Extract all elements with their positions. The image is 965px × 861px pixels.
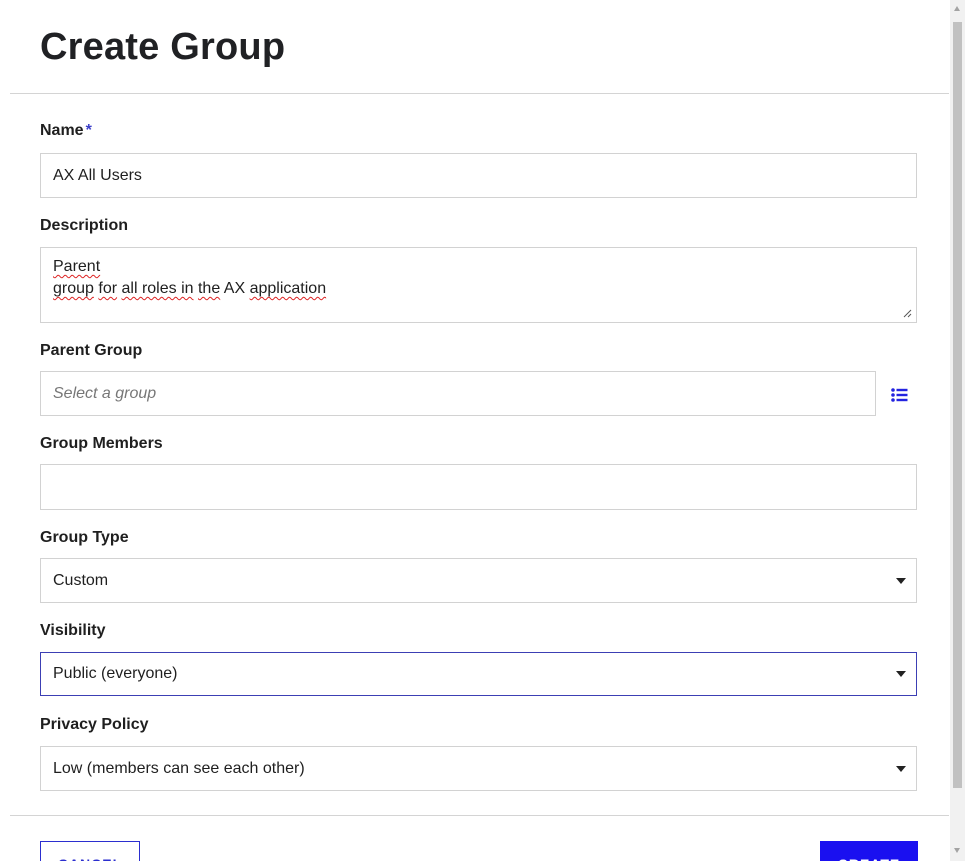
dialog-title: Create Group (40, 26, 286, 68)
spellcheck-word: all roles in (121, 280, 194, 297)
name-input[interactable]: AX All Users (40, 153, 917, 198)
visibility-value: Public (everyone) (53, 665, 178, 682)
spellcheck-word: group (53, 280, 94, 297)
description-word: AX (223, 280, 246, 297)
name-label: Name * (40, 122, 92, 140)
resize-handle-icon[interactable] (902, 308, 912, 318)
cancel-button[interactable]: CANCEL (40, 841, 140, 861)
name-input-value: AX All Users (53, 166, 142, 184)
spellcheck-word: for (98, 280, 118, 297)
description-textarea[interactable]: Parent group for all roles in the AX app… (40, 247, 917, 323)
group-type-value: Custom (53, 571, 109, 589)
chevron-down-icon (896, 671, 906, 677)
privacy-policy-value: Low (members can see each other) (53, 759, 305, 777)
scroll-down-arrow-icon[interactable] (954, 848, 960, 853)
parent-group-input[interactable]: Select a group (40, 371, 876, 416)
chevron-down-icon (896, 577, 906, 584)
visibility-select[interactable]: Public (everyone) (40, 652, 917, 696)
parent-group-placeholder: Select a group (53, 384, 157, 402)
group-type-select[interactable]: Custom (40, 558, 917, 603)
footer-divider (10, 815, 949, 816)
vertical-scrollbar[interactable] (950, 0, 965, 861)
required-asterisk: * (85, 122, 92, 139)
list-icon[interactable] (890, 385, 910, 405)
chevron-down-icon (896, 765, 906, 772)
spellcheck-word: the (197, 280, 221, 297)
group-members-label: Group Members (40, 435, 163, 452)
name-label-text: Name (40, 122, 84, 139)
parent-group-label: Parent Group (40, 342, 143, 359)
create-group-dialog: Create Group Name * AX All Users Descript… (0, 0, 950, 861)
spellcheck-word: Parent (53, 258, 101, 275)
scrollbar-thumb[interactable] (953, 22, 962, 788)
spellcheck-word: application (249, 280, 327, 297)
group-members-input[interactable] (40, 464, 917, 510)
header-divider (10, 93, 949, 94)
description-line-2: group for all roles in the AX applicatio… (53, 278, 904, 300)
create-button[interactable]: CREATE (820, 841, 918, 861)
privacy-policy-label: Privacy Policy (40, 716, 149, 733)
privacy-policy-select[interactable]: Low (members can see each other) (40, 746, 917, 791)
description-line-1: Parent (53, 256, 904, 278)
scroll-up-arrow-icon[interactable] (954, 6, 960, 11)
description-label: Description (40, 217, 129, 234)
visibility-label: Visibility (40, 622, 106, 639)
group-type-label: Group Type (40, 529, 129, 546)
